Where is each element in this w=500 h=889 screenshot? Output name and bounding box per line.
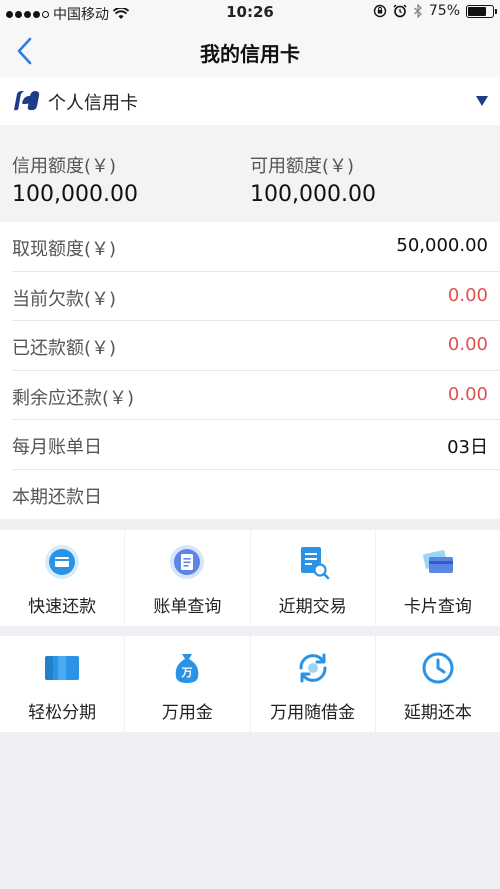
easy-installment-button[interactable]: 轻松分期 [0, 636, 125, 732]
detail-label: 取现额度(￥) [12, 239, 117, 260]
detail-row-cash-limit: 取现额度(￥) 50,000.00 [12, 222, 500, 272]
status-bar: 中国移动 10:26 75% [0, 0, 500, 24]
card-details-list: 取现额度(￥) 50,000.00 当前欠款(￥) 0.00 已还款额(￥) 0… [0, 222, 500, 519]
detail-row-current-balance: 当前欠款(￥) 0.00 [12, 272, 500, 321]
action-label: 卡片查询 [403, 597, 472, 617]
action-label: 账单查询 [153, 597, 222, 617]
detail-label: 本期还款日 [12, 486, 102, 508]
detail-label: 每月账单日 [12, 437, 102, 458]
battery-icon [466, 4, 497, 18]
revolving-loan-button[interactable]: 万用随借金 [250, 636, 375, 732]
card-query-button[interactable]: 卡片查询 [375, 530, 500, 626]
bluetooth-icon [413, 4, 422, 18]
detail-label: 剩余应还款(￥) [12, 387, 135, 409]
detail-value: 0.00 [447, 334, 488, 355]
money-bag-icon: 万 [176, 654, 199, 683]
cards-icon [423, 550, 453, 573]
status-right: 75% [373, 3, 497, 19]
transaction-search-icon [300, 547, 329, 580]
action-label: 万用金 [161, 703, 213, 723]
credit-limit-value: 100,000.00 [12, 182, 138, 207]
detail-value: 0.00 [447, 284, 488, 306]
card-type-label: 个人信用卡 [48, 93, 138, 114]
available-limit-label: 可用额度(￥) [250, 156, 355, 177]
alarm-icon [393, 4, 407, 18]
page-title: 我的信用卡 [200, 42, 300, 66]
detail-value: 0.00 [447, 383, 488, 405]
action-label: 近期交易 [278, 597, 347, 617]
credit-limit: 信用额度(￥) 100,000.00 [12, 152, 138, 207]
bank-logo-icon [14, 91, 40, 111]
detail-label: 已还款额(￥) [12, 338, 117, 359]
dropdown-arrow-icon[interactable] [476, 96, 488, 106]
credit-limits-panel: 信用额度(￥) 100,000.00 可用额度(￥) 100,000.00 [0, 125, 500, 222]
detail-label: 当前欠款(￥) [12, 288, 117, 310]
installment-icon [45, 656, 80, 680]
credit-limit-label: 信用额度(￥) [12, 156, 117, 177]
detail-row-remaining-due: 剩余应还款(￥) 0.00 [12, 371, 500, 420]
card-type-selector[interactable]: 个人信用卡 [0, 77, 500, 125]
available-limit-value: 100,000.00 [250, 182, 376, 207]
wanyongjin-button[interactable]: 万 万用金 [125, 636, 250, 732]
available-limit: 可用额度(￥) 100,000.00 [250, 152, 376, 207]
action-grid-row-2: 轻松分期 万 万用金 万用随借金 延期还本 [0, 636, 500, 732]
card-payment-icon [45, 545, 80, 579]
svg-text:万: 万 [181, 666, 193, 679]
action-label: 延期还本 [403, 703, 472, 723]
bill-icon [170, 545, 205, 579]
action-label: 轻松分期 [28, 703, 97, 723]
navigation-bar: 我的信用卡 [0, 24, 500, 77]
detail-value: 03日 [447, 437, 488, 458]
orientation-lock-icon [373, 4, 387, 18]
action-grid-row-1: 快速还款 账单查询 近期交易 卡片查询 [0, 530, 500, 626]
detail-value: 50,000.00 [396, 235, 488, 256]
recent-transactions-button[interactable]: 近期交易 [250, 530, 375, 626]
detail-row-statement-day: 每月账单日 03日 [12, 420, 500, 470]
cycle-loan-icon [299, 653, 327, 683]
deferred-principal-button[interactable]: 延期还本 [375, 636, 500, 732]
bill-query-button[interactable]: 账单查询 [125, 530, 250, 626]
detail-row-due-date: 本期还款日 [12, 470, 500, 520]
battery-level [468, 6, 486, 16]
action-label: 快速还款 [28, 597, 97, 617]
detail-row-amount-repaid: 已还款额(￥) 0.00 [12, 321, 500, 371]
action-label: 万用随借金 [270, 703, 356, 723]
quick-repay-button[interactable]: 快速还款 [0, 530, 125, 626]
clock-icon [422, 652, 454, 684]
battery-percent: 75% [428, 3, 460, 19]
